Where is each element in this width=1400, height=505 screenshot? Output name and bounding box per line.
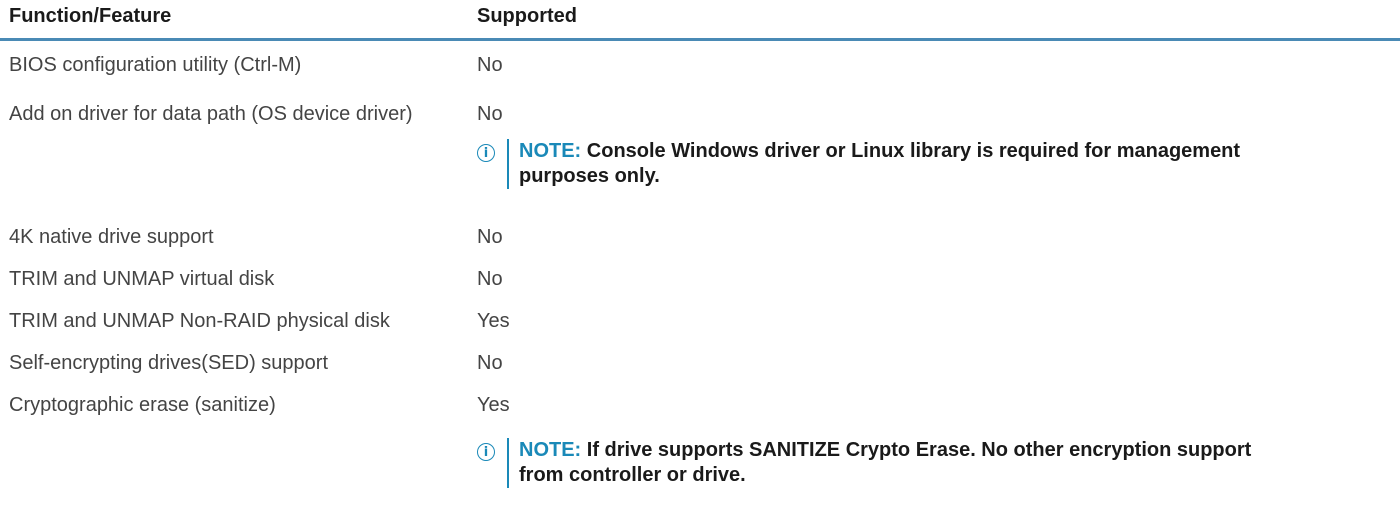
- feature-cell: TRIM and UNMAP Non-RAID physical disk: [9, 310, 390, 332]
- table-row: 4K native drive support No: [0, 210, 1400, 252]
- note-body: NOTE: If drive supports SANITIZE Crypto …: [507, 438, 1279, 488]
- header-supported: Supported: [477, 5, 577, 27]
- table-row: TRIM and UNMAP Non-RAID physical disk Ye…: [0, 294, 1400, 336]
- feature-cell: 4K native drive support: [9, 226, 214, 248]
- feature-cell: TRIM and UNMAP virtual disk: [9, 268, 275, 290]
- supported-value: No: [477, 226, 503, 248]
- note-text: If drive supports SANITIZE Crypto Erase.…: [519, 439, 1252, 486]
- supported-value: No: [477, 268, 503, 290]
- table-row: Add on driver for data path (OS device d…: [0, 87, 1400, 210]
- supported-cell: Yes i NOTE: If drive supports SANITIZE C…: [465, 391, 1365, 488]
- supported-cell: No: [465, 51, 1365, 80]
- note-callout: i NOTE: Console Windows driver or Linux …: [477, 139, 1365, 189]
- supported-value: No: [477, 352, 503, 374]
- table-row: Cryptographic erase (sanitize) Yes i NOT…: [0, 378, 1400, 488]
- feature-support-table: Function/Feature Supported BIOS configur…: [0, 0, 1400, 488]
- note-text: Console Windows driver or Linux library …: [519, 140, 1241, 187]
- feature-cell: BIOS configuration utility (Ctrl-M): [9, 54, 302, 76]
- supported-value: No: [477, 103, 503, 125]
- supported-cell: No: [465, 349, 1365, 378]
- feature-cell: Cryptographic erase (sanitize): [9, 394, 276, 416]
- feature-cell: Add on driver for data path (OS device d…: [9, 103, 413, 125]
- feature-cell: Self-encrypting drives(SED) support: [9, 352, 329, 374]
- supported-value: No: [477, 54, 503, 76]
- info-circle-icon: i: [477, 144, 495, 162]
- supported-cell: No: [465, 265, 1365, 294]
- supported-value: Yes: [477, 394, 510, 416]
- note-callout: i NOTE: If drive supports SANITIZE Crypt…: [477, 438, 1365, 488]
- header-feature: Function/Feature: [9, 5, 172, 27]
- table-row: BIOS configuration utility (Ctrl-M) No: [0, 41, 1400, 87]
- table-header-row: Function/Feature Supported: [0, 0, 1400, 41]
- supported-value: Yes: [477, 310, 510, 332]
- note-label: NOTE:: [519, 439, 582, 461]
- supported-cell: No: [465, 223, 1365, 252]
- note-label: NOTE:: [519, 140, 582, 162]
- table-row: Self-encrypting drives(SED) support No: [0, 336, 1400, 378]
- info-circle-icon: i: [477, 443, 495, 461]
- supported-cell: Yes: [465, 307, 1365, 336]
- note-body: NOTE: Console Windows driver or Linux li…: [507, 139, 1279, 189]
- table-row: TRIM and UNMAP virtual disk No: [0, 252, 1400, 294]
- supported-cell: No i NOTE: Console Windows driver or Lin…: [465, 100, 1365, 189]
